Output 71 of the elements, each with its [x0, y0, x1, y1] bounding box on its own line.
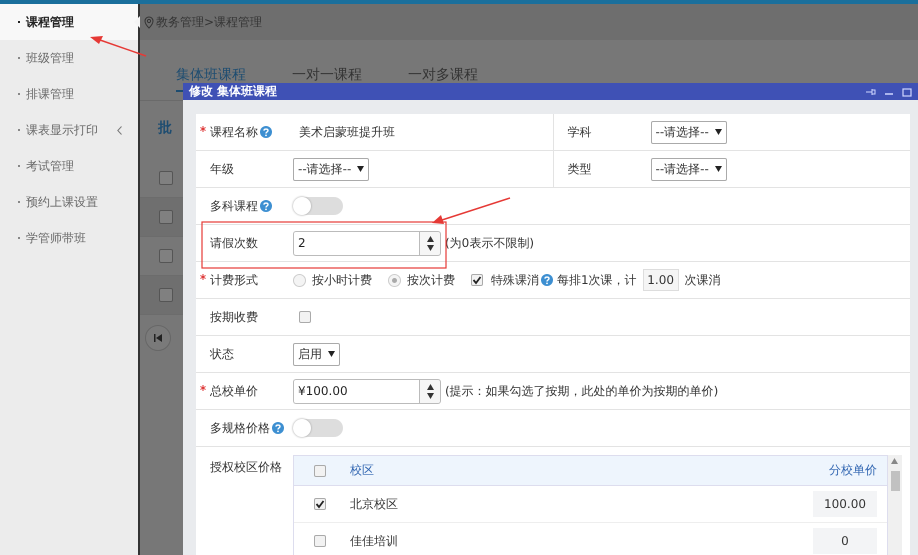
- caret-icon: [714, 166, 722, 172]
- field-label: 年级: [210, 160, 234, 178]
- first-page-icon: [154, 334, 162, 342]
- scroll-up-icon[interactable]: [891, 458, 898, 464]
- row-checkbox[interactable]: [159, 171, 173, 185]
- number-field[interactable]: 1.00: [642, 269, 679, 291]
- toggle-switch[interactable]: [293, 419, 343, 437]
- checkbox[interactable]: [471, 274, 483, 286]
- maximize-icon[interactable]: [902, 86, 912, 96]
- radio-option[interactable]: 按次计费: [388, 272, 455, 288]
- column-header: 分校单价: [828, 462, 878, 479]
- caret-icon: [328, 351, 335, 357]
- table-cell-text: 北京校区: [349, 496, 399, 512]
- field-value: 美术启蒙班提升班: [298, 124, 395, 140]
- select-all-checkbox[interactable]: [314, 464, 326, 476]
- field-label: 次课消: [684, 272, 721, 288]
- breadcrumb: 教务管理>课程管理: [156, 14, 262, 30]
- column-header: 校区: [349, 462, 375, 479]
- row-checkbox[interactable]: [314, 498, 326, 510]
- number-field[interactable]: 2: [293, 230, 419, 256]
- row-checkbox[interactable]: [314, 535, 326, 547]
- stepper-buttons[interactable]: [419, 378, 441, 404]
- scrollbar-thumb[interactable]: [891, 471, 900, 491]
- checkbox-label: 特殊课消: [491, 272, 539, 288]
- down-arrow-icon[interactable]: [426, 392, 434, 398]
- field-label: 每排1次课，计: [557, 272, 637, 288]
- dropdown[interactable]: --请选择--: [650, 158, 727, 180]
- table-cell-text: 佳佳培训: [349, 532, 399, 550]
- up-arrow-icon[interactable]: [426, 384, 434, 390]
- row-checkbox[interactable]: [159, 249, 173, 263]
- toggle-switch[interactable]: [293, 197, 343, 215]
- caret-icon: [714, 129, 722, 135]
- stepper-buttons[interactable]: [419, 230, 441, 256]
- scrollbar[interactable]: [888, 455, 902, 555]
- field-label: 多规格价格: [210, 420, 270, 436]
- sidebar-item[interactable]: 课表显示打印: [0, 112, 138, 148]
- down-arrow-icon[interactable]: [426, 244, 434, 250]
- sidebar-item[interactable]: 课程管理: [0, 4, 138, 40]
- help-icon: [541, 274, 553, 286]
- dropdown[interactable]: --请选择--: [650, 120, 727, 144]
- field-label: 类型: [568, 160, 592, 178]
- field-label: 状态: [210, 346, 234, 362]
- up-arrow-icon[interactable]: [426, 236, 434, 242]
- first-page-button[interactable]: [145, 325, 171, 351]
- sidebar-item[interactable]: 排课管理: [0, 76, 138, 112]
- number-field[interactable]: ¥100.00: [293, 378, 419, 404]
- checkbox[interactable]: [299, 311, 311, 323]
- dropdown[interactable]: 启用: [293, 342, 340, 366]
- field-label: 计费形式: [210, 272, 258, 288]
- dropdown[interactable]: --请选择--: [293, 158, 370, 180]
- sidebar-item[interactable]: 学管师带班: [0, 220, 138, 256]
- row-checkbox[interactable]: [159, 210, 173, 224]
- price-field[interactable]: 0: [813, 528, 877, 554]
- pin-icon[interactable]: [866, 86, 876, 96]
- field-label: 总校单价: [210, 382, 258, 400]
- radio-option[interactable]: 按小时计费: [293, 272, 372, 288]
- field-label: 授权校区价格: [210, 459, 282, 476]
- sidebar-item[interactable]: 预约上课设置: [0, 184, 138, 220]
- field-label: 按期收费: [210, 308, 258, 326]
- caret-icon: [357, 166, 364, 172]
- row-checkbox[interactable]: [159, 288, 173, 302]
- sidebar-item[interactable]: 考试管理: [0, 148, 138, 184]
- field-label: 请假次数: [210, 234, 258, 252]
- field-label: 课程名称: [210, 124, 258, 140]
- field-label: 学科: [568, 124, 592, 140]
- field-label: 多科课程: [210, 198, 258, 214]
- sidebar-item[interactable]: 班级管理: [0, 40, 138, 76]
- annotation-arrow: [90, 36, 146, 57]
- location-pin-icon: [144, 16, 154, 28]
- hint-text: (提示：如果勾选了按期，此处的单价为按期的单价): [445, 382, 718, 400]
- price-field[interactable]: 100.00: [813, 491, 877, 517]
